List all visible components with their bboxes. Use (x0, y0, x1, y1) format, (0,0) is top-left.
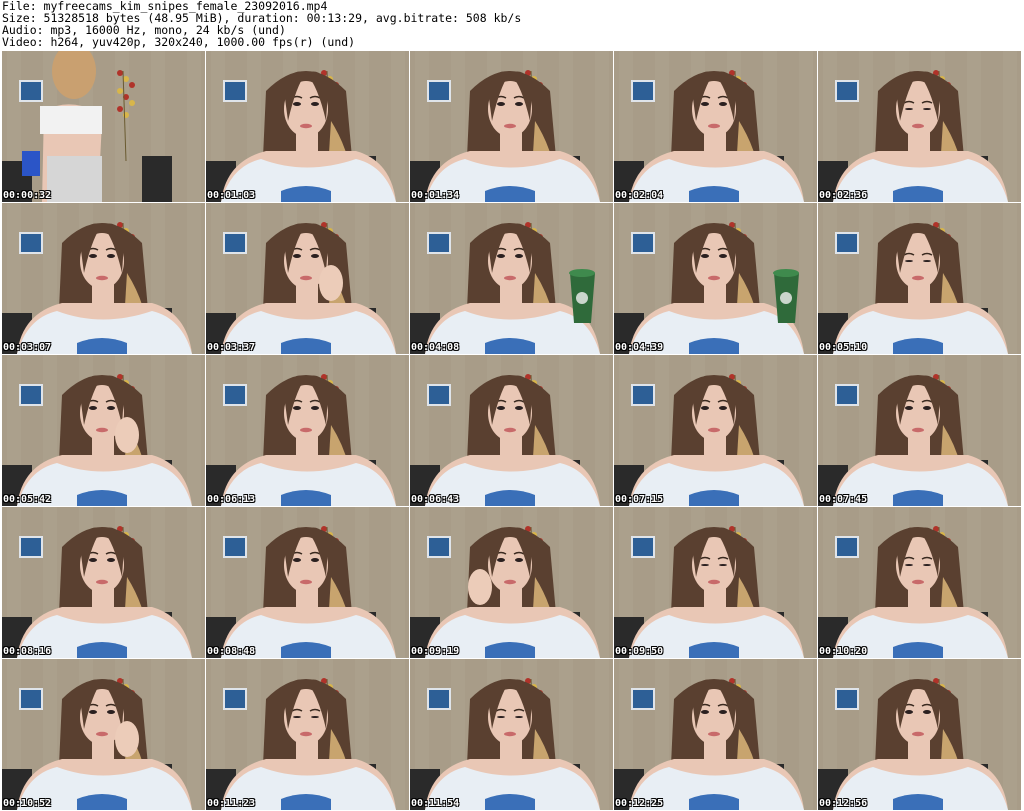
video-frame-image (206, 355, 409, 506)
video-frame-image (410, 203, 613, 354)
video-thumbnail: 00:04:39 (614, 203, 817, 354)
video-frame-image (818, 507, 1021, 658)
video-frame-image (206, 659, 409, 810)
video-thumbnail: 00:06:43 (410, 355, 613, 506)
video-frame-image (410, 659, 613, 810)
video-thumbnail: 00:11:54 (410, 659, 613, 810)
video-frame-image (206, 203, 409, 354)
thumbnail-timestamp: 00:00:32 (3, 190, 52, 201)
video-thumbnail: 00:12:56 (818, 659, 1021, 810)
video-frame-image (614, 507, 817, 658)
thumbnail-timestamp: 00:04:39 (615, 342, 664, 353)
thumbnail-timestamp: 00:01:34 (411, 190, 460, 201)
thumbnail-timestamp: 00:05:42 (3, 494, 52, 505)
thumbnail-timestamp: 00:01:03 (207, 190, 256, 201)
video-frame-image (614, 355, 817, 506)
video-thumbnail: 00:08:16 (2, 507, 205, 658)
thumbnail-timestamp: 00:09:19 (411, 646, 460, 657)
video-thumbnail: 00:11:23 (206, 659, 409, 810)
video-frame-image (614, 51, 817, 202)
thumbnail-timestamp: 00:03:37 (207, 342, 256, 353)
video-thumbnail: 00:03:07 (2, 203, 205, 354)
video-thumbnail: 00:06:13 (206, 355, 409, 506)
thumbnail-timestamp: 00:04:08 (411, 342, 460, 353)
thumbnail-timestamp: 00:11:54 (411, 798, 460, 809)
thumbnail-timestamp: 00:02:36 (819, 190, 868, 201)
thumbnail-timestamp: 00:03:07 (3, 342, 52, 353)
thumbnail-timestamp: 00:08:16 (3, 646, 52, 657)
thumbnail-timestamp: 00:06:43 (411, 494, 460, 505)
video-thumbnail: 00:10:20 (818, 507, 1021, 658)
thumbnail-timestamp: 00:08:48 (207, 646, 256, 657)
video-frame-image (2, 507, 205, 658)
video-frame-image (410, 51, 613, 202)
video-frame-image (614, 203, 817, 354)
video-thumbnail: 00:05:42 (2, 355, 205, 506)
video-frame-image (818, 203, 1021, 354)
video-frame-image (206, 507, 409, 658)
video-frame-image (818, 355, 1021, 506)
video-info-line: Video: h264, yuv420p, 320x240, 1000.00 f… (2, 35, 356, 49)
video-thumbnail: 00:02:04 (614, 51, 817, 202)
video-frame-image (2, 659, 205, 810)
video-frame-image (614, 659, 817, 810)
video-thumbnail: 00:10:52 (2, 659, 205, 810)
thumbnail-grid: 00:00:32 00:01:03 00:01:34 00:02:04 00:02:36… (2, 51, 1021, 810)
video-frame-image (818, 659, 1021, 810)
thumbnail-timestamp: 00:09:50 (615, 646, 664, 657)
thumbnail-timestamp: 00:05:10 (819, 342, 868, 353)
video-frame-image (2, 203, 205, 354)
video-thumbnail: 00:05:10 (818, 203, 1021, 354)
video-frame-image (410, 355, 613, 506)
thumbnail-timestamp: 00:02:04 (615, 190, 664, 201)
video-thumbnail: 00:12:25 (614, 659, 817, 810)
video-frame-image (206, 51, 409, 202)
thumbnail-timestamp: 00:06:13 (207, 494, 256, 505)
video-frame-image (2, 355, 205, 506)
video-frame-image (818, 51, 1021, 202)
video-thumbnail: 00:00:32 (2, 51, 205, 202)
video-thumbnail: 00:01:03 (206, 51, 409, 202)
video-frame-image (410, 507, 613, 658)
thumbnail-timestamp: 00:10:20 (819, 646, 868, 657)
video-thumbnail: 00:08:48 (206, 507, 409, 658)
thumbnail-timestamp: 00:07:15 (615, 494, 664, 505)
video-thumbnail: 00:02:36 (818, 51, 1021, 202)
thumbnail-timestamp: 00:12:56 (819, 798, 868, 809)
video-thumbnail: 00:07:15 (614, 355, 817, 506)
video-thumbnail: 00:07:45 (818, 355, 1021, 506)
video-thumbnail: 00:04:08 (410, 203, 613, 354)
video-thumbnail: 00:03:37 (206, 203, 409, 354)
thumbnail-timestamp: 00:11:23 (207, 798, 256, 809)
video-frame-image (2, 51, 205, 202)
video-thumbnail: 00:09:50 (614, 507, 817, 658)
thumbnail-timestamp: 00:12:25 (615, 798, 664, 809)
video-thumbnail: 00:01:34 (410, 51, 613, 202)
video-thumbnail: 00:09:19 (410, 507, 613, 658)
file-info-header: File: myfreecams_kim_snipes_female_23092… (2, 0, 1002, 48)
thumbnail-timestamp: 00:10:52 (3, 798, 52, 809)
thumbnail-timestamp: 00:07:45 (819, 494, 868, 505)
